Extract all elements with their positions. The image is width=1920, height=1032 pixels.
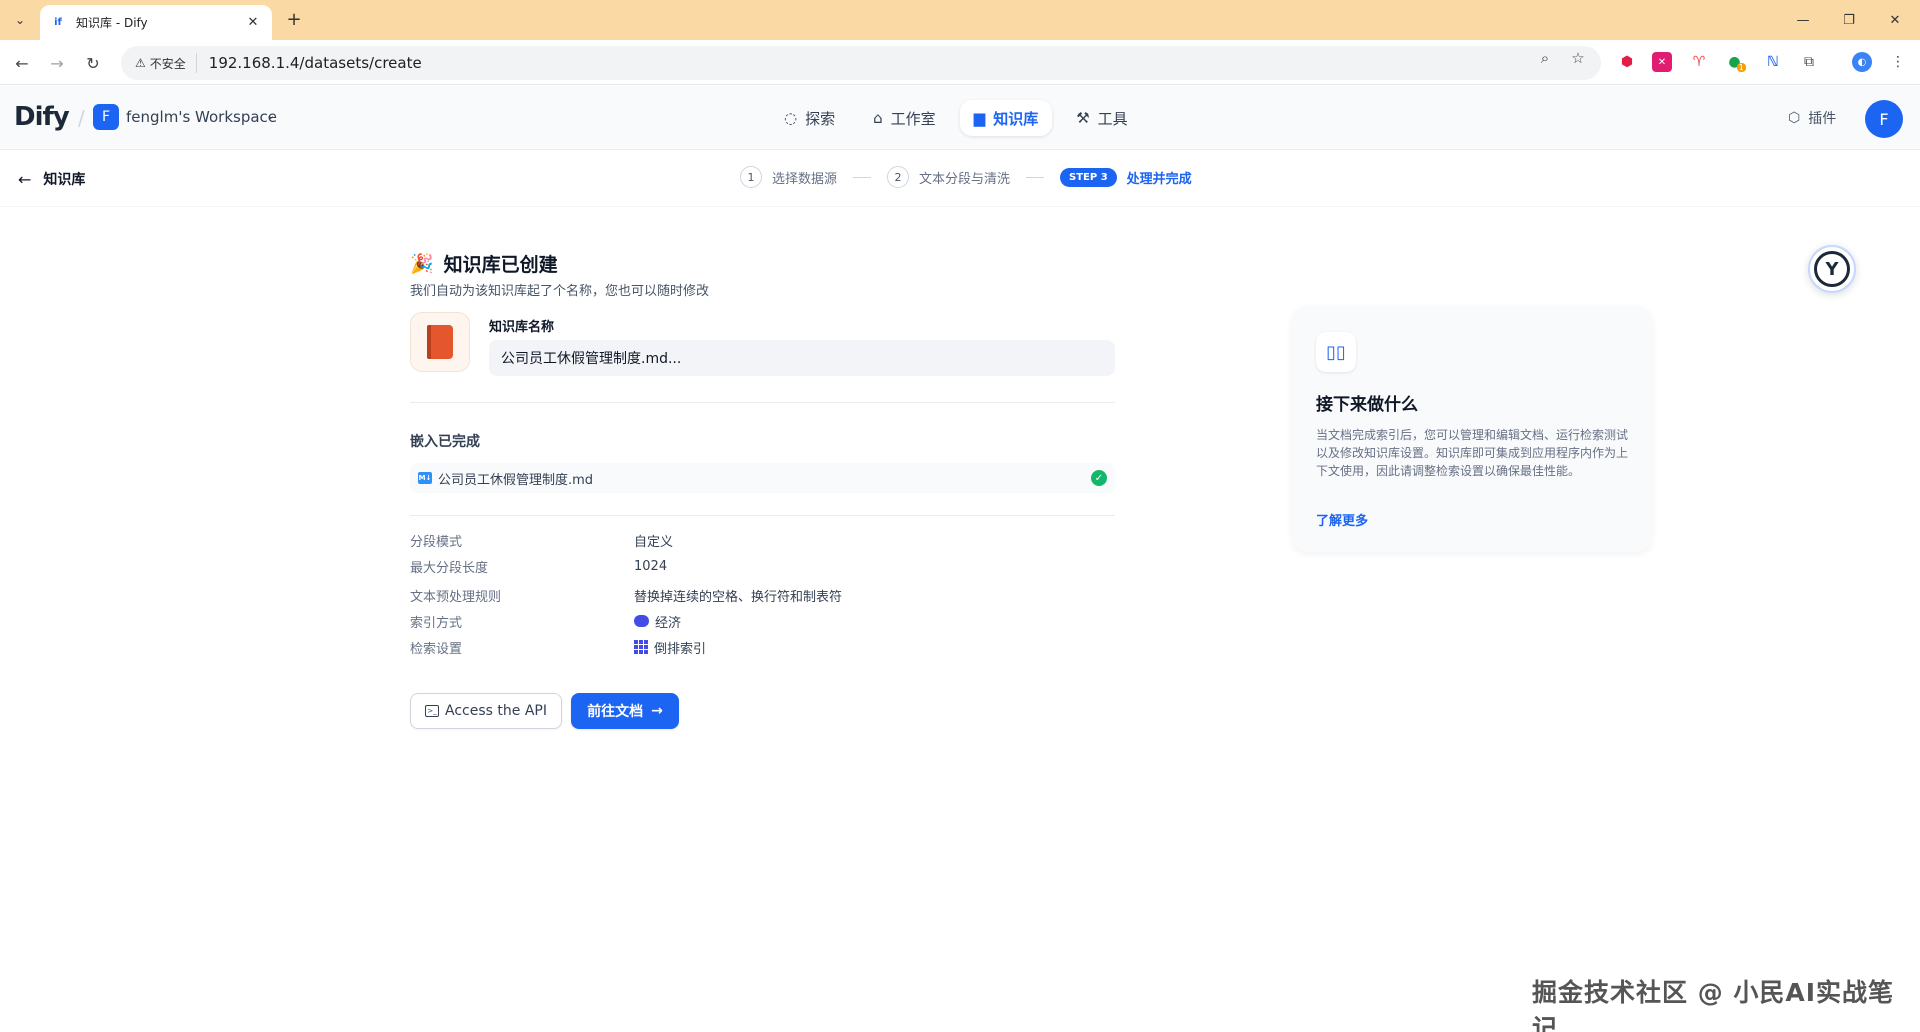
extension-badge-icon[interactable]: ● 1 bbox=[1727, 52, 1747, 72]
dify-logo[interactable]: Dify bbox=[14, 102, 70, 132]
name-label: 知识库名称 bbox=[489, 320, 555, 335]
cube-icon: ⬡ bbox=[1788, 110, 1801, 126]
watermark: 掘金技术社区 @ 小民AI实战笔记 bbox=[1532, 978, 1895, 1032]
translate-extension-icon[interactable]: ♈ bbox=[1689, 52, 1709, 72]
markdown-file-icon: M↓ bbox=[418, 472, 432, 484]
step-header: ← 知识库 1 选择数据源 2 文本分段与清洗 STEP 3 处理并完成 bbox=[0, 151, 1920, 207]
workspace-avatar[interactable]: F bbox=[93, 104, 119, 130]
new-tab-icon[interactable]: + bbox=[282, 8, 306, 32]
access-api-button[interactable]: >_ Access the API bbox=[410, 693, 562, 729]
grid-icon bbox=[634, 640, 648, 654]
url-text: 192.168.1.4/datasets/create bbox=[208, 54, 422, 72]
reload-icon[interactable]: ↻ bbox=[80, 50, 106, 76]
terminal-icon: >_ bbox=[425, 705, 440, 717]
zoom-icon[interactable]: ⌕ bbox=[1535, 48, 1555, 68]
step-connector bbox=[1026, 176, 1045, 178]
ublock-extension-icon[interactable]: ⬢ bbox=[1617, 52, 1637, 72]
setting-row: 分段模式 自定义 bbox=[410, 534, 674, 550]
plugin-button[interactable]: ⬡ 插件 bbox=[1788, 108, 1836, 128]
extension-n-icon[interactable]: ℕ bbox=[1763, 52, 1783, 72]
profile-icon[interactable]: ◐ bbox=[1852, 52, 1872, 72]
arrow-right-icon: → bbox=[651, 703, 663, 719]
header-divider: / bbox=[78, 106, 85, 130]
divider bbox=[410, 402, 1115, 403]
main-nav: ◌ 探索 ⌂ 工作室 ▆ 知识库 ⚒ 工具 bbox=[770, 100, 1142, 136]
restore-icon[interactable]: ❐ bbox=[1826, 0, 1872, 40]
embedded-file-row[interactable]: M↓ 公司员工休假管理制度.md ✓ bbox=[410, 463, 1115, 493]
step-1-number: 1 bbox=[740, 166, 762, 188]
divider bbox=[410, 515, 1115, 516]
floating-assistant-button[interactable]: Y bbox=[1808, 245, 1856, 293]
user-avatar[interactable]: F bbox=[1865, 100, 1903, 138]
chevron-down-icon[interactable]: ⌄ bbox=[266, 109, 275, 122]
tab-title: 知识库 - Dify bbox=[76, 16, 148, 30]
address-bar[interactable]: ⚠ 不安全 192.168.1.4/datasets/create bbox=[121, 46, 1601, 80]
step-3-badge: STEP 3 bbox=[1060, 167, 1117, 187]
workspace-name[interactable]: fenglm's Workspace bbox=[126, 108, 277, 126]
extension-icon[interactable]: ✕ bbox=[1652, 52, 1672, 72]
check-circle-icon: ✓ bbox=[1091, 470, 1107, 486]
card-description: 当文档完成索引后，您可以管理和编辑文档、运行检索测试以及修改知识库设置。知识库即… bbox=[1316, 428, 1629, 478]
back-to-knowledge[interactable]: ← 知识库 bbox=[18, 169, 85, 189]
assistant-logo-icon: Y bbox=[1814, 251, 1850, 287]
close-tab-icon[interactable]: ✕ bbox=[244, 15, 262, 30]
setting-row: 文本预处理规则 替换掉连续的空格、换行符和制表符 bbox=[410, 589, 843, 605]
nav-tools[interactable]: ⚒ 工具 bbox=[1062, 100, 1141, 136]
security-indicator[interactable]: ⚠ 不安全 bbox=[131, 53, 197, 73]
step-1-label: 选择数据源 bbox=[772, 171, 838, 187]
go-to-documents-button[interactable]: 前往文档 → bbox=[571, 693, 679, 729]
bookmark-star-icon[interactable]: ☆ bbox=[1568, 48, 1588, 68]
window-close-icon[interactable]: ✕ bbox=[1872, 0, 1918, 40]
next-steps-card: ▯▯ 接下来做什么 当文档完成索引后，您可以管理和编辑文档、运行检索测试以及修改… bbox=[1292, 306, 1652, 552]
nav-explore[interactable]: ◌ 探索 bbox=[770, 100, 849, 136]
knowledge-icon-picker[interactable] bbox=[410, 312, 470, 372]
step-connector bbox=[853, 176, 872, 178]
hammer-icon: ⚒ bbox=[1076, 109, 1090, 127]
party-popper-icon: 🎉 bbox=[410, 253, 434, 275]
setting-row: 检索设置 倒排索引 bbox=[410, 640, 707, 657]
nav-studio[interactable]: ⌂ 工作室 bbox=[859, 100, 950, 136]
setting-row: 最大分段长度 1024 bbox=[410, 558, 668, 576]
step-3-label: 处理并完成 bbox=[1126, 171, 1192, 187]
step-2-label: 文本分段与清洗 bbox=[919, 171, 1011, 187]
dify-favicon-icon: if bbox=[54, 17, 62, 28]
minimize-icon[interactable]: — bbox=[1780, 0, 1826, 40]
piggy-bank-icon bbox=[634, 615, 649, 627]
knowledge-name-input[interactable] bbox=[489, 340, 1115, 376]
back-arrow-icon[interactable]: ← bbox=[9, 50, 35, 76]
page-title: 🎉 知识库已创建 bbox=[410, 253, 558, 276]
browser-tabstrip: ⌄ if 知识库 - Dify ✕ + — ❐ ✕ bbox=[0, 0, 1920, 40]
browser-tab[interactable]: if 知识库 - Dify ✕ bbox=[40, 5, 272, 40]
forward-arrow-icon[interactable]: → bbox=[44, 50, 70, 76]
warning-icon: ⚠ bbox=[135, 56, 146, 70]
explore-icon: ◌ bbox=[784, 109, 798, 127]
learn-more-link[interactable]: 了解更多 bbox=[1316, 510, 1368, 529]
file-name: 公司员工休假管理制度.md bbox=[438, 472, 594, 488]
card-title: 接下来做什么 bbox=[1316, 395, 1418, 415]
setting-row: 索引方式 经济 bbox=[410, 615, 682, 631]
page-subtitle: 我们自动为该知识库起了个名称，您也可以随时修改 bbox=[410, 284, 710, 299]
kebab-menu-icon[interactable]: ⋮ bbox=[1888, 52, 1908, 72]
extensions-puzzle-icon[interactable]: ⧉ bbox=[1799, 52, 1819, 72]
embedding-status-title: 嵌入已完成 bbox=[410, 434, 480, 450]
nav-knowledge[interactable]: ▆ 知识库 bbox=[959, 100, 1053, 136]
step-indicator: 1 选择数据源 2 文本分段与清洗 STEP 3 处理并完成 bbox=[740, 166, 1192, 188]
robot-icon: ⌂ bbox=[873, 109, 883, 127]
app-header: Dify / F fenglm's Workspace ⌄ ◌ 探索 ⌂ 工作室… bbox=[0, 86, 1920, 150]
book-icon: ▆ bbox=[973, 109, 986, 127]
open-book-icon: ▯▯ bbox=[1316, 332, 1356, 372]
tab-search-icon[interactable]: ⌄ bbox=[8, 8, 32, 32]
red-book-icon bbox=[427, 325, 453, 359]
step-2-number: 2 bbox=[887, 166, 910, 188]
back-arrow-icon: ← bbox=[18, 169, 32, 189]
